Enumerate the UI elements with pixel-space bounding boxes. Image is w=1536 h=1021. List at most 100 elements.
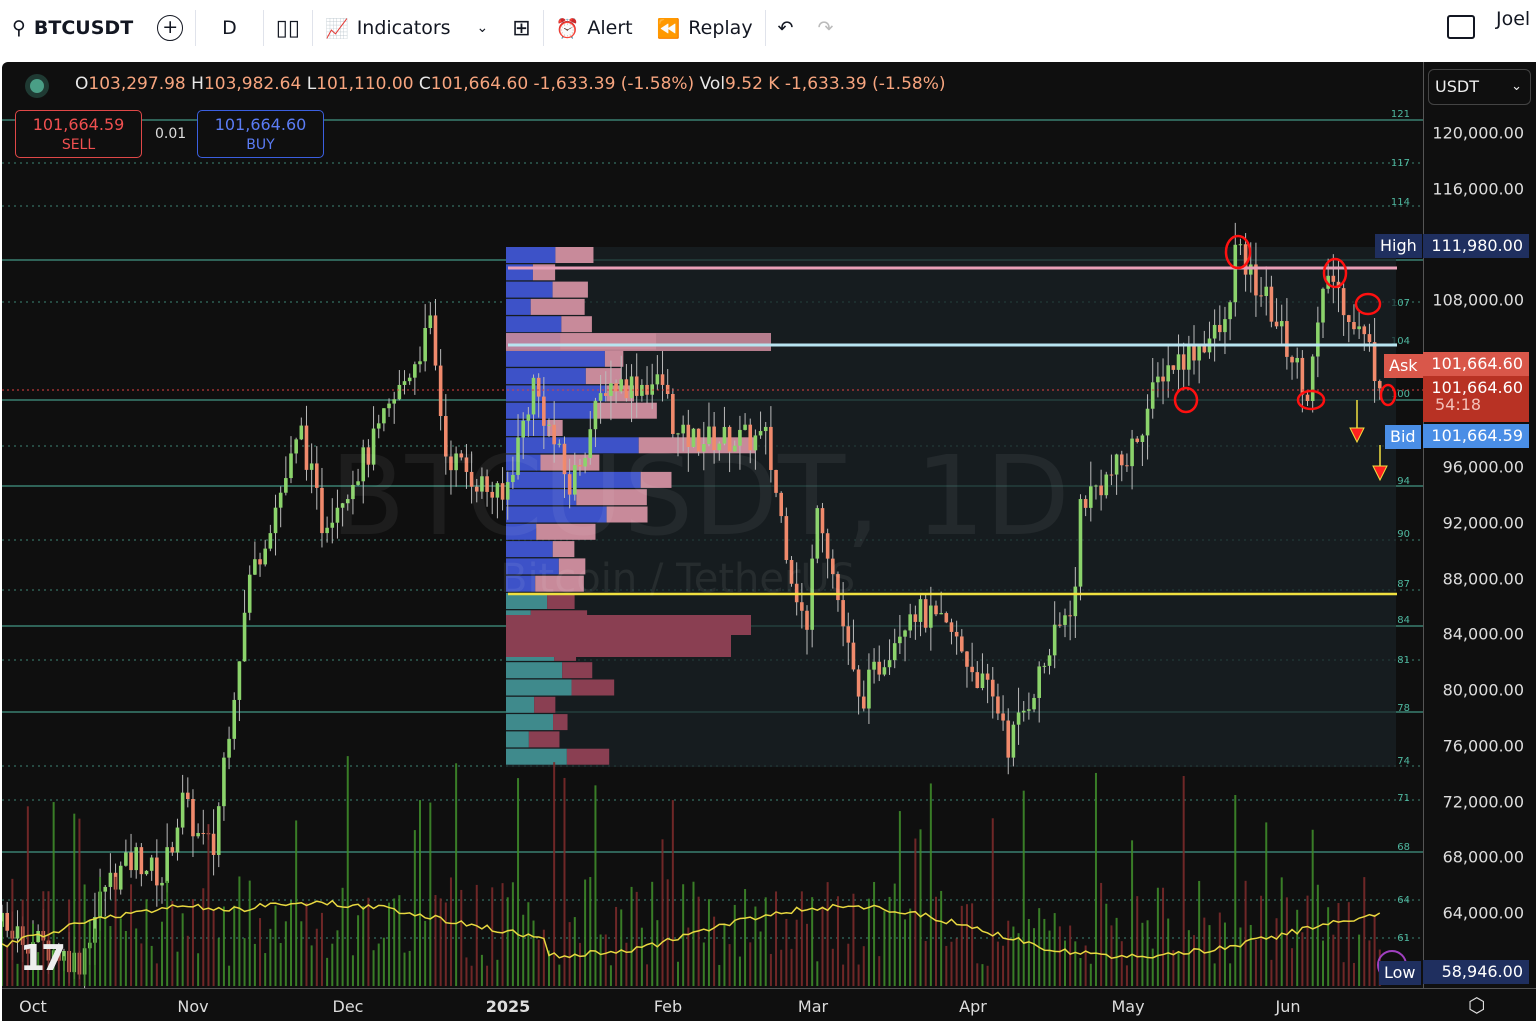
volume-bar: [558, 964, 561, 986]
volume-bar: [625, 942, 628, 986]
volume-profile-down-bar: [552, 281, 588, 298]
candle: [1192, 344, 1196, 361]
symbol-search-button[interactable]: ⚲ BTCUSDT: [0, 8, 145, 48]
compare-button[interactable]: +: [145, 8, 195, 48]
volume-bar: [862, 946, 865, 986]
time-axis-label: Jun: [1275, 997, 1301, 1016]
market-status-icon[interactable]: [30, 79, 44, 93]
volume-profile-down-bar: [506, 635, 731, 657]
volume-bar: [733, 904, 736, 986]
volume-bar: [1162, 887, 1165, 986]
volume-profile-down-bar: [528, 731, 560, 748]
candle: [1238, 244, 1243, 246]
volume-bar: [527, 902, 530, 986]
volume-bar: [1141, 922, 1144, 986]
volume-bar: [646, 964, 649, 986]
volume-profile-up-bar: [506, 385, 607, 402]
candle: [990, 679, 995, 697]
open-label: O: [75, 74, 89, 94]
volume-bar: [501, 883, 504, 986]
order-quantity[interactable]: 0.01: [155, 126, 186, 142]
volume-bar: [124, 930, 127, 986]
volume-bar: [811, 897, 814, 986]
candle: [1321, 288, 1325, 323]
volume-bar: [1218, 912, 1221, 986]
candle: [428, 315, 433, 329]
volume-bar: [594, 785, 597, 986]
replay-button[interactable]: ⏪ Replay: [645, 8, 765, 48]
volume-bar: [744, 889, 747, 986]
candle: [856, 669, 861, 697]
time-axis[interactable]: ⬡ Oct Nov Dec 2025 Feb Mar Apr May Jun: [2, 988, 1536, 1021]
close-value: 101,664.60: [430, 74, 529, 94]
candle: [315, 463, 319, 488]
currency-label: USDT: [1435, 77, 1479, 96]
user-name[interactable]: Joel: [1496, 8, 1530, 30]
time-axis-label: May: [1111, 997, 1145, 1016]
volume-profile-down-bar: [571, 679, 615, 696]
interval-button[interactable]: D: [196, 8, 263, 48]
volume-bar: [1002, 945, 1005, 986]
volume-bar: [852, 893, 855, 986]
bar-countdown: 54:18: [1435, 395, 1482, 414]
chevron-down-icon[interactable]: ⌄: [477, 20, 489, 36]
candle: [1156, 376, 1160, 383]
fullscreen-button[interactable]: [1447, 15, 1475, 39]
ohlc-legend: O103,297.98 H103,982.64 L101,110.00 C101…: [75, 74, 946, 94]
volume-bar: [831, 948, 834, 986]
volume-bar: [893, 883, 896, 986]
volume-bar: [671, 800, 674, 986]
redo-button[interactable]: ↷: [805, 8, 845, 48]
volume-bar: [640, 927, 643, 986]
candle: [1176, 354, 1181, 370]
sell-button[interactable]: 101,664.59 SELL: [15, 110, 142, 158]
candle: [665, 384, 670, 394]
candle: [144, 870, 149, 875]
volume-bar: [532, 920, 535, 986]
watermark-subtitle: Bitcoin / TetherUS: [500, 556, 856, 602]
volume-bar: [904, 919, 907, 986]
candle: [929, 605, 933, 628]
volume-profile-down-bar: [534, 696, 556, 713]
candle: [542, 396, 546, 426]
volume-profile-up-bar: [506, 247, 556, 263]
buy-button[interactable]: 101,664.60 BUY: [197, 110, 324, 158]
volume-profile-down-bar: [562, 662, 593, 679]
candle: [196, 832, 200, 837]
undo-button[interactable]: ↶: [766, 8, 806, 48]
volume-bar: [16, 963, 19, 986]
volume-bar: [578, 942, 581, 986]
buy-price: 101,664.60: [214, 115, 307, 134]
volume-bar: [305, 902, 308, 986]
candle: [1181, 354, 1186, 370]
volume-bar: [563, 777, 566, 986]
candle: [908, 614, 912, 631]
layouts-button[interactable]: ⊞: [500, 8, 542, 48]
candle: [1068, 615, 1072, 617]
currency-select[interactable]: USDT ⌄: [1428, 69, 1531, 105]
candle: [846, 626, 851, 643]
alert-button[interactable]: ⏰ Alert: [544, 8, 645, 48]
candle: [841, 600, 845, 627]
volume-bar: [1007, 920, 1010, 986]
volume-bar: [99, 876, 102, 986]
chart-type-button[interactable]: ▯▯: [264, 8, 312, 48]
indicators-button[interactable]: 📈 Indicators ⌄: [313, 8, 500, 48]
volume-bar: [419, 800, 421, 986]
symbol-label: BTCUSDT: [33, 17, 134, 39]
volume-bar: [68, 899, 71, 986]
candle: [1047, 655, 1052, 666]
settings-icon[interactable]: ⬡: [1468, 993, 1485, 1017]
candle: [232, 699, 237, 739]
volume-bar: [1053, 913, 1056, 986]
candle: [216, 806, 221, 855]
candle: [985, 673, 990, 680]
volume-bar: [130, 884, 133, 986]
volume-bar: [599, 934, 602, 986]
candle: [624, 379, 629, 399]
tradingview-logo[interactable]: 17: [20, 938, 66, 979]
candle: [763, 426, 768, 432]
volume-bar: [393, 898, 396, 986]
price-axis[interactable]: 120,000.00 116,000.00 108,000.00 96,000.00 9…: [1423, 62, 1536, 988]
volume-bar: [971, 903, 974, 986]
